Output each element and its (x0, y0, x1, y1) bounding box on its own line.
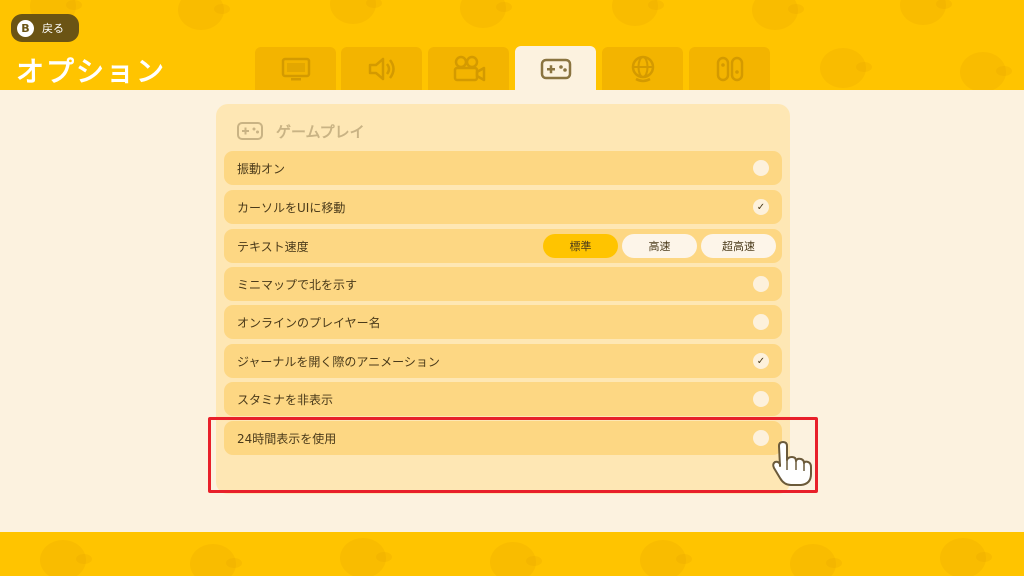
option-label: カーソルをUIに移動 (237, 200, 346, 215)
option-cursor-to-ui[interactable]: カーソルをUIに移動 ✓ (224, 190, 782, 224)
checkbox[interactable] (753, 314, 769, 330)
checkbox[interactable]: ✓ (753, 199, 769, 215)
decor-bird (340, 538, 392, 576)
option-label: オンラインのプレイヤー名 (237, 315, 381, 330)
checkmark-icon: ✓ (756, 201, 766, 213)
decor-bird (900, 0, 952, 25)
option-label: ジャーナルを開く際のアニメーション (237, 354, 440, 369)
decor-bird (40, 540, 92, 576)
speaker-icon (368, 57, 395, 80)
tab-controller[interactable] (689, 47, 770, 90)
decor-bird (960, 52, 1012, 90)
tv-icon (281, 57, 310, 80)
option-journal-animation[interactable]: ジャーナルを開く際のアニメーション ✓ (224, 344, 782, 378)
checkmark-icon: ✓ (756, 355, 766, 367)
option-minimap-north[interactable]: ミニマップで北を示す (224, 267, 782, 301)
gamepad-icon (540, 58, 571, 79)
decor-bird (612, 0, 664, 26)
decor-bird (330, 0, 382, 24)
checkbox[interactable]: ✓ (753, 353, 769, 369)
back-button[interactable]: B 戻る (11, 14, 79, 42)
tab-camera[interactable] (428, 47, 509, 90)
back-label: 戻る (42, 22, 64, 35)
tab-language[interactable] (602, 47, 683, 90)
decor-bird (178, 0, 230, 30)
option-label: ミニマップで北を示す (237, 277, 358, 292)
option-text-speed: テキスト速度 標準 高速 超高速 (224, 229, 782, 263)
decor-bird (490, 542, 542, 576)
footer-banner (0, 532, 1024, 576)
video-camera-icon (453, 55, 485, 81)
decor-bird (190, 544, 242, 576)
decor-bird (790, 544, 842, 576)
section-header: ゲームプレイ (236, 118, 365, 144)
speed-fast-button[interactable]: 高速 (622, 234, 697, 258)
page-title: オプション (16, 55, 167, 88)
tab-display[interactable] (255, 47, 336, 90)
tab-gameplay[interactable] (515, 46, 596, 91)
option-hide-stamina[interactable]: スタミナを非表示 (224, 382, 782, 416)
joycon-icon (716, 56, 743, 81)
gamepad-icon (237, 122, 263, 140)
option-online-player-names[interactable]: オンラインのプレイヤー名 (224, 305, 782, 339)
decor-bird (940, 538, 992, 576)
option-label: スタミナを非表示 (237, 392, 334, 407)
selection-highlight (208, 417, 818, 493)
globe-icon (631, 55, 654, 82)
option-vibration[interactable]: 振動オン (224, 151, 782, 185)
section-title: ゲームプレイ (276, 122, 365, 141)
checkbox[interactable] (753, 160, 769, 176)
checkbox[interactable] (753, 391, 769, 407)
option-label: 振動オン (237, 161, 286, 176)
decor-bird (460, 0, 512, 28)
tab-audio[interactable] (341, 47, 422, 90)
hand-cursor-icon (772, 441, 812, 486)
option-label: テキスト速度 (237, 239, 309, 254)
decor-bird (820, 48, 872, 88)
decor-bird (640, 540, 692, 576)
checkbox[interactable] (753, 276, 769, 292)
b-button-icon: B (17, 19, 34, 37)
speed-super-fast-button[interactable]: 超高速 (701, 234, 776, 258)
speed-standard-button[interactable]: 標準 (543, 234, 618, 258)
decor-bird (752, 0, 804, 30)
